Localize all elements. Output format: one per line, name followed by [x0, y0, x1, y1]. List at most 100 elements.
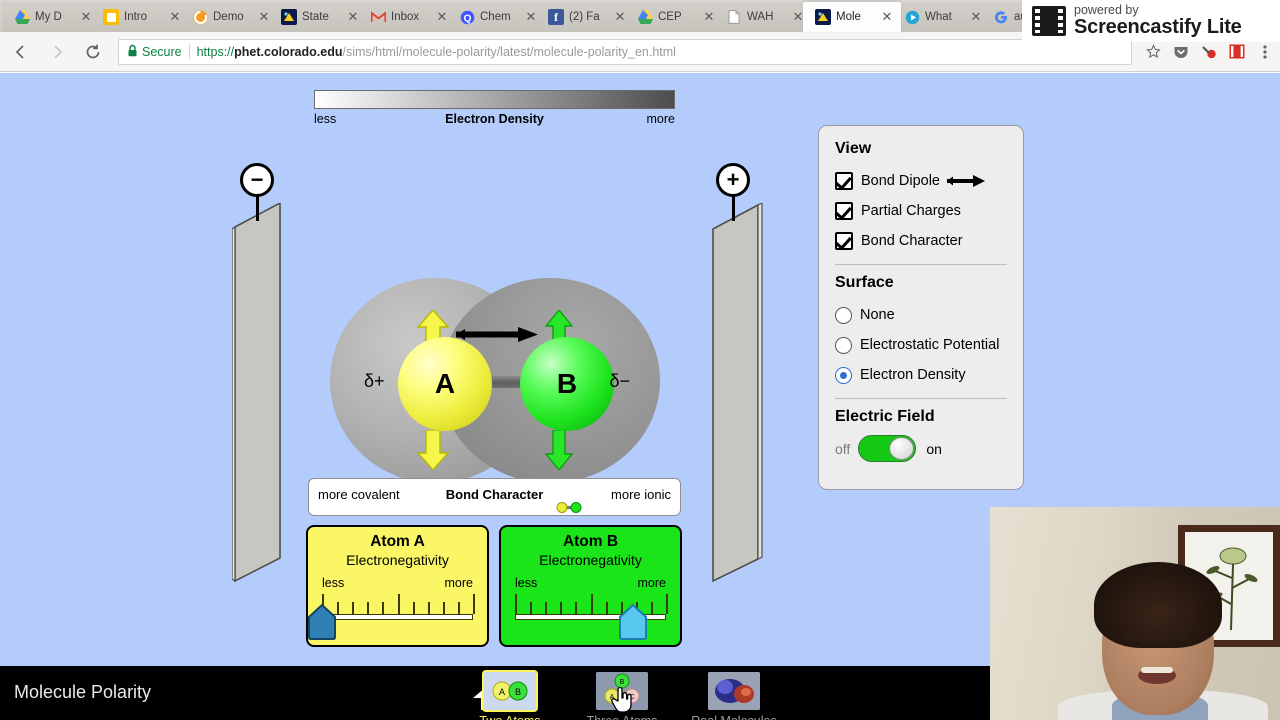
checkbox-bond-dipole[interactable]: Bond Dipole: [835, 167, 1007, 195]
electric-field-toggle-knob[interactable]: [889, 437, 915, 460]
browser-tab-2[interactable]: Intro ✕: [91, 2, 189, 32]
negative-electrode-plate[interactable]: −: [231, 163, 292, 588]
bond-character-checkbox[interactable]: [835, 232, 853, 250]
partial-charge-b: δ−: [609, 371, 630, 391]
google-drive-icon: [637, 9, 653, 25]
real-molecules-thumbnail: [708, 672, 760, 710]
positive-electrode-plate[interactable]: +: [710, 163, 770, 588]
electric-field-on-label: on: [926, 440, 942, 457]
nav-item-real-molecules[interactable]: Real Molecules: [689, 668, 779, 720]
nav-label-two-atoms: Two Atoms: [465, 714, 555, 720]
surface-electrostatic-potential-radio[interactable]: [835, 336, 852, 354]
browser-tab-6[interactable]: Q Chem ✕: [447, 2, 545, 32]
divider-2: [835, 398, 1007, 399]
reload-button[interactable]: [78, 37, 108, 67]
atom-b-label: B: [556, 368, 578, 399]
electron-density-gradient-bar: [314, 90, 675, 109]
browser-tab-3[interactable]: Demo ✕: [180, 2, 278, 32]
browser-tab-9[interactable]: WAH ✕: [714, 2, 812, 32]
back-button[interactable]: [6, 37, 36, 67]
atom-b-slider-less-label: less: [515, 576, 538, 590]
phet-icon: [281, 9, 297, 25]
electric-field-toggle[interactable]: [858, 435, 917, 462]
atom-a-electronegativity-slider[interactable]: [308, 594, 475, 640]
positive-plate-stem: [732, 195, 735, 221]
browser-tab-1[interactable]: My D ✕: [2, 2, 100, 32]
negative-plate-shape: [231, 201, 281, 583]
nav-item-two-atoms[interactable]: A B Two Atoms: [465, 668, 555, 720]
atom-a-slider-track[interactable]: [322, 614, 473, 620]
webcam-overlay: [990, 507, 1280, 720]
slider-tick: [473, 594, 475, 614]
molecule[interactable]: A B δ+ δ−: [330, 278, 660, 483]
tab-title: Intro: [124, 11, 148, 23]
electric-field-off-label: off: [835, 440, 851, 457]
partial-charges-checkbox[interactable]: [835, 202, 853, 220]
positive-terminal-icon: +: [716, 163, 750, 197]
atom-b[interactable]: B: [520, 337, 614, 431]
atom-a[interactable]: A: [398, 337, 492, 431]
electron-density-legend: less Electron Density more: [314, 90, 675, 130]
surface-none-radio[interactable]: [835, 306, 852, 324]
browser-tab-5[interactable]: Inbox ✕: [358, 2, 456, 32]
yellow-note-icon: [103, 9, 119, 25]
secure-label: Secure: [142, 44, 182, 59]
forward-button[interactable]: [42, 37, 72, 67]
atom-a-label: A: [434, 368, 456, 399]
webcam-person-eye-left: [1125, 632, 1140, 638]
atom-a-slider-thumb[interactable]: [307, 604, 337, 640]
surface-electrostatic-potential-label: Electrostatic Potential: [860, 337, 1000, 353]
nav-label-three-atoms: Three Atoms: [577, 714, 667, 720]
radio-surface-none[interactable]: None: [835, 301, 1007, 329]
radio-surface-electron-density[interactable]: Electron Density: [835, 361, 1007, 389]
slider-tick: [427, 602, 430, 614]
minus-symbol: −: [250, 167, 264, 192]
slider-tick: [457, 602, 460, 614]
bond-dipole-checkbox[interactable]: [835, 172, 853, 190]
positive-plate-shape: [712, 202, 763, 583]
partial-charges-label: Partial Charges: [861, 203, 961, 219]
screencastify-icon[interactable]: [1224, 39, 1250, 65]
slider-tick: [515, 594, 517, 614]
browser-tab-11[interactable]: What ✕: [892, 2, 990, 32]
slider-tick: [666, 594, 668, 614]
pocket-icon[interactable]: [1168, 39, 1194, 65]
checkbox-partial-charges[interactable]: Partial Charges: [835, 197, 1007, 225]
browser-tab-4[interactable]: State ✕: [269, 2, 367, 32]
google-drive-icon: [14, 9, 30, 25]
negative-terminal-icon: −: [240, 163, 274, 197]
surface-electron-density-radio[interactable]: [835, 366, 852, 384]
tab-title: Chem: [480, 11, 511, 23]
bond-character-right-label: more ionic: [611, 487, 671, 502]
surface-none-label: None: [860, 307, 895, 323]
orange-swirl-icon: [192, 9, 208, 25]
tab-title: State: [302, 11, 329, 23]
tab-title: CEP: [658, 11, 682, 23]
radio-surface-electrostatic-potential[interactable]: Electrostatic Potential: [835, 331, 1007, 359]
tab-title: Demo: [213, 11, 244, 23]
gmail-icon: [370, 9, 386, 25]
slider-tick: [605, 602, 608, 614]
facebook-icon: f: [548, 9, 564, 25]
slider-tick: [560, 602, 563, 614]
chrome-menu-icon[interactable]: [1252, 39, 1278, 65]
view-heading: View: [835, 140, 872, 157]
tab-close-icon[interactable]: ✕: [879, 9, 895, 25]
url-domain: phet.colorado.edu: [234, 44, 343, 59]
address-bar[interactable]: Secure https://phet.colorado.edu/sims/ht…: [118, 38, 1132, 65]
tab-title: WAH: [747, 11, 774, 23]
star-icon[interactable]: [1140, 39, 1166, 65]
browser-tab-7[interactable]: f (2) Fa ✕: [536, 2, 634, 32]
atom-b-electronegativity-slider[interactable]: [515, 594, 668, 640]
screencastify-lite-label: Screencastify Lite: [1074, 16, 1242, 38]
tab-title: Mole: [836, 11, 861, 23]
slider-tick: [650, 602, 653, 614]
extension-icon[interactable]: [1196, 39, 1222, 65]
surface-electron-density-label: Electron Density: [860, 367, 966, 383]
atom-a-slider-less-label: less: [322, 576, 345, 590]
atom-b-slider-thumb[interactable]: [618, 604, 648, 640]
checkbox-bond-character[interactable]: Bond Character: [835, 227, 1007, 255]
browser-tab-8[interactable]: CEP ✕: [625, 2, 723, 32]
atom-b-panel-title: Atom B: [562, 533, 619, 550]
browser-tab-10[interactable]: Mole ✕: [803, 2, 901, 32]
